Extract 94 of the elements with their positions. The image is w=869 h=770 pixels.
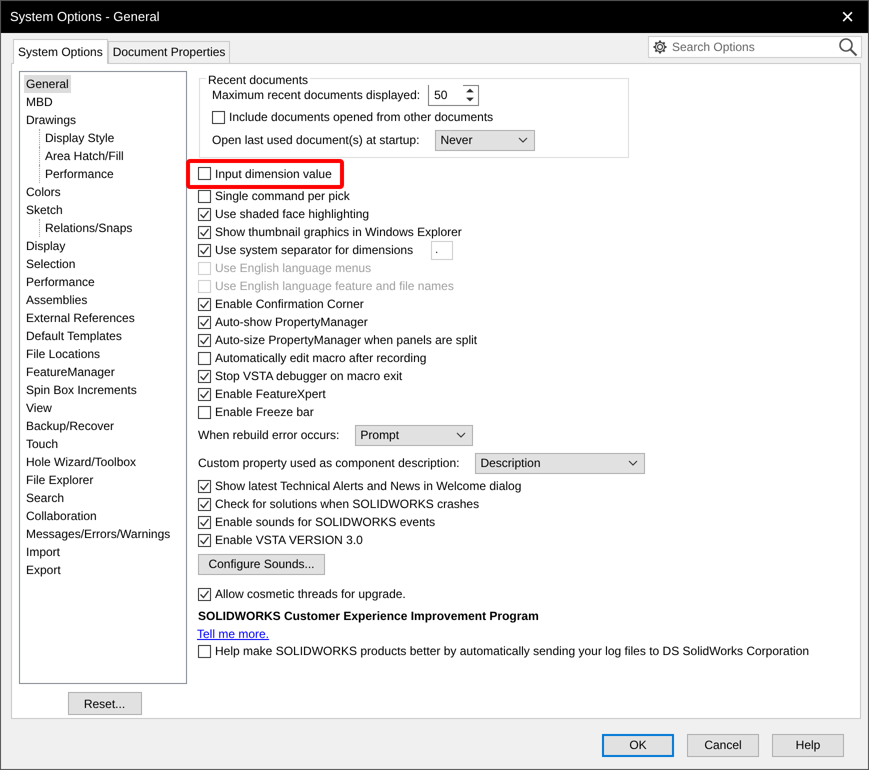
field-label: Custom property used as component description:	[198, 455, 460, 472]
checkbox[interactable]	[198, 208, 211, 220]
checkbox-label: Include documents opened from other documents	[229, 109, 494, 126]
tree-item[interactable]: Hole Wizard/Toolbox	[24, 453, 138, 471]
tree-item[interactable]: Colors	[24, 183, 63, 201]
checkbox-label: Auto-size PropertyManager when panels are split	[215, 332, 478, 349]
tree-item[interactable]: Collaboration	[24, 507, 99, 525]
tree-item[interactable]: File Locations	[24, 345, 102, 363]
checkbox[interactable]	[198, 480, 211, 492]
tree-item[interactable]: Display Style	[43, 129, 116, 147]
tree-item[interactable]: Drawings	[24, 111, 78, 129]
checkbox-label: Stop VSTA debugger on macro exit	[215, 368, 402, 385]
tree-item[interactable]: Default Templates	[24, 327, 124, 345]
window-title: System Options - General	[10, 8, 160, 26]
checkbox-label: Allow cosmetic threads for upgrade.	[215, 586, 406, 603]
tab[interactable]: System Options	[13, 39, 108, 64]
checkbox-label: Single command per pick	[215, 188, 350, 205]
reset-button[interactable]: Reset...	[68, 692, 142, 715]
checkbox[interactable]	[212, 110, 225, 124]
tree-item[interactable]: Assemblies	[24, 291, 90, 309]
gear-icon	[652, 39, 668, 55]
checkbox[interactable]	[198, 298, 211, 310]
checkbox[interactable]	[198, 244, 211, 256]
tree-item[interactable]: External References	[24, 309, 137, 327]
dialog-button[interactable]: Cancel	[687, 734, 759, 756]
section-heading: SOLIDWORKS Customer Experience Improvement Program	[198, 608, 539, 625]
checkbox-label: Use English language feature and file names	[215, 278, 454, 295]
dialog-button[interactable]: Help	[772, 734, 844, 756]
tab[interactable]: Document Properties	[108, 41, 230, 63]
dropdown[interactable]: Description	[475, 452, 646, 474]
checkbox-label: Help make SOLIDWORKS products better by automatically sending your log files to DS SolidWorks Corporation	[215, 643, 810, 660]
spin-box[interactable]: 50	[428, 84, 480, 106]
checkbox-label: Enable Confirmation Corner	[215, 296, 364, 313]
tree-item[interactable]: MBD	[24, 93, 55, 111]
checkbox-label: Show thumbnail graphics in Windows Explorer	[215, 224, 462, 241]
dropdown[interactable]: Never	[435, 130, 536, 150]
link[interactable]: Tell me more.	[197, 625, 270, 643]
checkbox-label: Auto-show PropertyManager	[215, 314, 368, 331]
checkbox[interactable]	[198, 498, 211, 510]
dialog-button[interactable]: OK	[602, 734, 674, 756]
tree-item[interactable]: Performance	[43, 165, 116, 183]
tree-item[interactable]: Import	[24, 543, 62, 561]
tree-item[interactable]: Messages/Errors/Warnings	[24, 525, 172, 543]
checkbox[interactable]	[198, 534, 211, 546]
field-label: Maximum recent documents displayed:	[212, 87, 420, 104]
checkbox[interactable]	[198, 190, 211, 202]
search-icon[interactable]	[838, 37, 858, 57]
field-label: Open last used document(s) at startup:	[212, 132, 420, 149]
caret-icon	[456, 432, 466, 438]
tree-item[interactable]: Display	[24, 237, 68, 255]
tree-item[interactable]: Relations/Snaps	[43, 219, 134, 237]
close-button[interactable]: ×	[837, 6, 858, 28]
checkbox[interactable]	[198, 226, 211, 238]
checkbox[interactable]	[198, 334, 211, 346]
checkbox[interactable]	[198, 352, 211, 364]
configure-button[interactable]: Configure Sounds...	[198, 554, 325, 574]
tree-item[interactable]: Backup/Recover	[24, 417, 116, 435]
checkbox[interactable]	[198, 370, 211, 382]
tree-item[interactable]: Touch	[24, 435, 60, 453]
checkbox-label: Use English language menus	[215, 260, 372, 277]
caret-icon	[628, 460, 638, 466]
tree-item[interactable]: File Explorer	[24, 471, 96, 489]
tree-item[interactable]: Spin Box Increments	[24, 381, 139, 399]
checkbox[interactable]	[198, 516, 211, 528]
checkbox-label: Enable sounds for SOLIDWORKS events	[215, 514, 436, 531]
tree-item[interactable]: Selection	[24, 255, 78, 273]
tree-item[interactable]: Search	[24, 489, 66, 507]
checkbox[interactable]	[198, 644, 211, 658]
tree-item[interactable]: Area Hatch/Fill	[43, 147, 126, 165]
checkbox-label: Use shaded face highlighting	[215, 206, 370, 223]
dropdown[interactable]: Prompt	[355, 424, 474, 446]
tree-item[interactable]: Sketch	[24, 201, 65, 219]
checkbox-label: Input dimension value	[215, 166, 332, 182]
tree-item[interactable]: View	[24, 399, 54, 417]
checkbox[interactable]	[198, 588, 211, 600]
checkbox[interactable]	[198, 316, 211, 328]
checkbox[interactable]	[198, 406, 211, 418]
tree-item[interactable]: Export	[24, 561, 63, 579]
tree-item[interactable]: Performance	[24, 273, 97, 291]
checkbox-label: Enable FeatureXpert	[215, 386, 326, 403]
checkbox-label: Show latest Technical Alerts and News in Welcome dialog	[215, 478, 522, 495]
checkbox[interactable]	[198, 167, 211, 180]
separator-field[interactable]: .	[431, 240, 454, 260]
checkbox-label: Use system separator for dimensions	[215, 242, 414, 259]
tree-item[interactable]: General	[24, 75, 71, 93]
checkbox-label: Enable Freeze bar	[215, 404, 314, 421]
field-label: When rebuild error occurs:	[198, 427, 340, 444]
checkbox-label: Check for solutions when SOLIDWORKS crashes	[215, 496, 480, 513]
search-box[interactable]: Search Options	[648, 36, 862, 58]
checkbox-label: Enable VSTA VERSION 3.0	[215, 532, 363, 549]
checkbox[interactable]	[198, 388, 211, 400]
tree-item[interactable]: FeatureManager	[24, 363, 117, 381]
caret-icon	[518, 137, 528, 143]
checkbox-label: Automatically edit macro after recording	[215, 350, 426, 367]
